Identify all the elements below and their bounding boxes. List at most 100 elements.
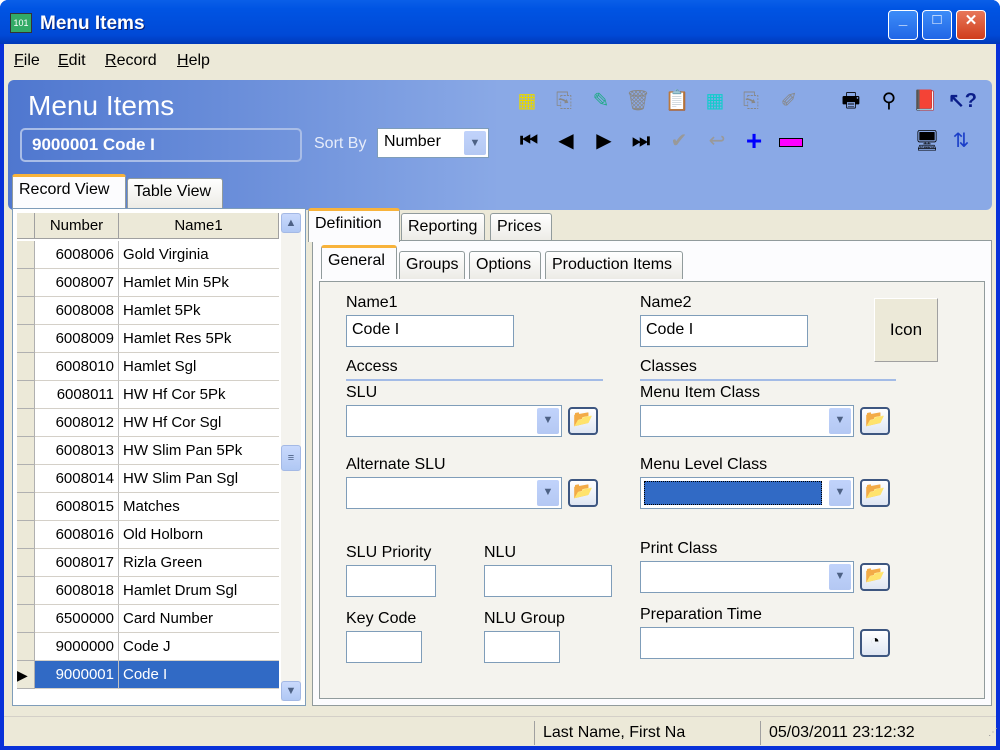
nlu-input[interactable] <box>484 565 612 597</box>
find-icon[interactable]: ⚲ <box>876 88 902 114</box>
cell-number[interactable]: 9000001 <box>35 661 119 689</box>
table-row[interactable]: 6008014 HW Slim Pan Sgl <box>17 465 279 493</box>
tab-prices[interactable]: Prices <box>490 213 552 241</box>
cell-name1[interactable]: Matches <box>119 493 279 521</box>
table-row[interactable]: 6008017 Rizla Green <box>17 549 279 577</box>
cell-name1[interactable]: Gold Virginia <box>119 241 279 269</box>
alternate-slu-select[interactable]: ▼ <box>346 477 562 509</box>
subtab-general[interactable]: General <box>321 245 397 279</box>
cell-name1[interactable]: HW Slim Pan 5Pk <box>119 437 279 465</box>
new-record-icon[interactable]: ▦ <box>514 88 540 114</box>
undo-icon[interactable]: ↩ <box>704 128 730 154</box>
table-row[interactable]: 6008009 Hamlet Res 5Pk <box>17 325 279 353</box>
cell-number[interactable]: 6008007 <box>35 269 119 297</box>
minimize-button[interactable]: _ <box>888 10 918 40</box>
cell-number[interactable]: 6008010 <box>35 353 119 381</box>
cell-name1[interactable]: Code J <box>119 633 279 661</box>
paste-icon[interactable]: 📋 <box>664 88 690 114</box>
cell-number[interactable]: 6008006 <box>35 241 119 269</box>
edit-records-icon[interactable]: ✎ <box>588 88 614 114</box>
cell-name1[interactable]: HW Hf Cor Sgl <box>119 409 279 437</box>
slu-select[interactable]: ▼ <box>346 405 562 437</box>
slu-browse-button[interactable]: 📂 <box>568 407 598 435</box>
close-button[interactable]: ✕ <box>956 10 986 40</box>
print-class-select[interactable]: ▼ <box>640 561 854 593</box>
cell-name1[interactable]: HW Slim Pan Sgl <box>119 465 279 493</box>
row-selector[interactable] <box>17 605 35 633</box>
chevron-down-icon[interactable]: ▼ <box>829 480 851 506</box>
name1-input[interactable]: Code I <box>346 315 514 347</box>
tab-table-view[interactable]: Table View <box>127 178 223 208</box>
tab-definition[interactable]: Definition <box>308 208 400 242</box>
menu-level-class-select[interactable]: ▼ <box>640 477 854 509</box>
remove-icon[interactable] <box>778 128 804 154</box>
nlu-group-input[interactable] <box>484 631 560 663</box>
tab-record-view[interactable]: Record View <box>12 174 126 208</box>
sync-icon[interactable]: ⇅ <box>948 128 974 154</box>
icon-button[interactable]: Icon <box>874 298 938 362</box>
scroll-up-button[interactable]: ▲ <box>281 213 301 233</box>
menu-file[interactable]: File <box>14 52 40 70</box>
row-selector[interactable] <box>17 269 35 297</box>
chevron-down-icon[interactable]: ▼ <box>829 564 851 590</box>
next-record-icon[interactable]: ▶ <box>591 128 617 154</box>
menu-item-class-select[interactable]: ▼ <box>640 405 854 437</box>
preparation-time-button[interactable]: ◔ <box>860 629 890 657</box>
new-record-cyan-icon[interactable]: ▦ <box>702 88 728 114</box>
row-selector[interactable] <box>17 297 35 325</box>
menu-record[interactable]: Record <box>105 52 157 70</box>
help-book-icon[interactable]: 📕 <box>912 88 938 114</box>
print-icon[interactable]: 🖶 <box>838 88 864 114</box>
cell-number[interactable]: 6008008 <box>35 297 119 325</box>
cell-name1[interactable]: Rizla Green <box>119 549 279 577</box>
slu-priority-input[interactable] <box>346 565 436 597</box>
cell-number[interactable]: 6500000 <box>35 605 119 633</box>
cell-number[interactable]: 6008012 <box>35 409 119 437</box>
cell-name1[interactable]: Hamlet Sgl <box>119 353 279 381</box>
cell-name1[interactable]: Hamlet 5Pk <box>119 297 279 325</box>
table-row[interactable]: ▶ 9000001 Code I <box>17 661 279 689</box>
row-selector[interactable] <box>17 465 35 493</box>
chevron-down-icon[interactable]: ▼ <box>464 131 486 155</box>
subtab-options[interactable]: Options <box>469 251 541 279</box>
cell-number[interactable]: 6008015 <box>35 493 119 521</box>
current-row-indicator-icon[interactable]: ▶ <box>17 661 35 689</box>
context-help-icon[interactable]: ↖? <box>948 88 977 114</box>
table-row[interactable]: 6008015 Matches <box>17 493 279 521</box>
row-selector[interactable] <box>17 381 35 409</box>
menu-edit[interactable]: Edit <box>58 52 86 70</box>
cell-number[interactable]: 6008016 <box>35 521 119 549</box>
table-row[interactable]: 6008016 Old Holborn <box>17 521 279 549</box>
cell-name1[interactable]: HW Hf Cor 5Pk <box>119 381 279 409</box>
preparation-time-input[interactable] <box>640 627 854 659</box>
cell-number[interactable]: 6008014 <box>35 465 119 493</box>
subtab-groups[interactable]: Groups <box>399 251 465 279</box>
resize-grip-icon[interactable]: ⋰ <box>980 721 998 745</box>
copy-record-icon[interactable]: ⎘ <box>551 88 577 114</box>
key-code-input[interactable] <box>346 631 422 663</box>
scroll-thumb[interactable]: ≡ <box>281 445 301 471</box>
table-row[interactable]: 6008006 Gold Virginia <box>17 241 279 269</box>
table-row[interactable]: 6008010 Hamlet Sgl <box>17 353 279 381</box>
last-record-icon[interactable]: ⏭ <box>628 128 654 154</box>
menu-level-class-browse-button[interactable]: 📂 <box>860 479 890 507</box>
previous-record-icon[interactable]: ◀ <box>553 128 579 154</box>
add-icon[interactable]: + <box>741 127 767 155</box>
scroll-down-button[interactable]: ▼ <box>281 681 301 701</box>
cell-name1[interactable]: Code I <box>119 661 279 689</box>
table-row[interactable]: 6008011 HW Hf Cor 5Pk <box>17 381 279 409</box>
confirm-icon[interactable]: ✔ <box>666 128 692 154</box>
display-icon[interactable]: 🖥 <box>914 128 940 154</box>
table-row[interactable]: 6500000 Card Number <box>17 605 279 633</box>
chevron-down-icon[interactable]: ▼ <box>537 480 559 506</box>
table-row[interactable]: 6008013 HW Slim Pan 5Pk <box>17 437 279 465</box>
sort-by-select[interactable]: Number ▼ <box>377 128 489 158</box>
print-class-browse-button[interactable]: 📂 <box>860 563 890 591</box>
table-row[interactable]: 6008012 HW Hf Cor Sgl <box>17 409 279 437</box>
menu-item-class-browse-button[interactable]: 📂 <box>860 407 890 435</box>
copy-record-2-icon[interactable]: ⎘ <box>738 88 764 114</box>
table-row[interactable]: 9000000 Code J <box>17 633 279 661</box>
cell-number[interactable]: 6008009 <box>35 325 119 353</box>
table-row[interactable]: 6008018 Hamlet Drum Sgl <box>17 577 279 605</box>
name2-input[interactable]: Code I <box>640 315 808 347</box>
